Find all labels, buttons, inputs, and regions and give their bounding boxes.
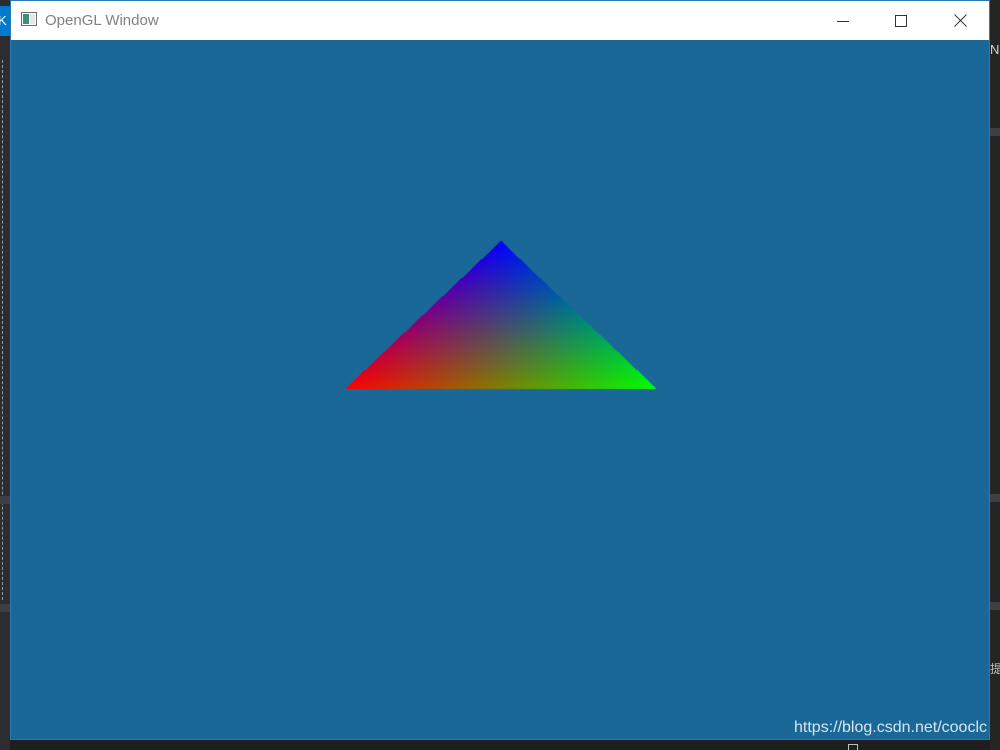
ide-divider: [0, 604, 10, 612]
ide-tab-accent[interactable]: K: [0, 6, 10, 36]
ide-right-text: NS: [990, 42, 1000, 57]
background-ide-left-edge: K: [0, 0, 10, 750]
gl-client-area[interactable]: https://blog.csdn.net/cooclc: [11, 40, 989, 739]
ide-dashed-guide: [2, 60, 3, 600]
ide-divider: [0, 496, 10, 504]
background-ide-bottom-edge: [10, 740, 990, 750]
desktop: K NS 提 OpenGL Window: [0, 0, 1000, 750]
background-ide-right-edge: NS 提: [990, 0, 1000, 750]
ide-checkbox-icon[interactable]: [848, 744, 858, 750]
opengl-window: OpenGL Window https://blog.csdn.net/cooc…: [10, 0, 990, 740]
ide-right-glyph: 提: [990, 662, 1000, 676]
gl-canvas[interactable]: [11, 40, 989, 739]
minimize-icon: [837, 20, 849, 22]
minimize-button[interactable]: [814, 1, 872, 40]
window-app-icon: [21, 12, 37, 26]
maximize-button[interactable]: [872, 1, 930, 40]
close-button[interactable]: [931, 1, 989, 40]
watermark: https://blog.csdn.net/cooclc: [794, 719, 987, 736]
ide-divider: [990, 128, 1000, 136]
ide-divider: [990, 602, 1000, 610]
title-bar[interactable]: OpenGL Window: [11, 1, 989, 40]
window-title: OpenGL Window: [45, 12, 159, 29]
maximize-icon: [895, 14, 907, 27]
ide-divider: [990, 494, 1000, 502]
close-icon: [953, 14, 967, 27]
